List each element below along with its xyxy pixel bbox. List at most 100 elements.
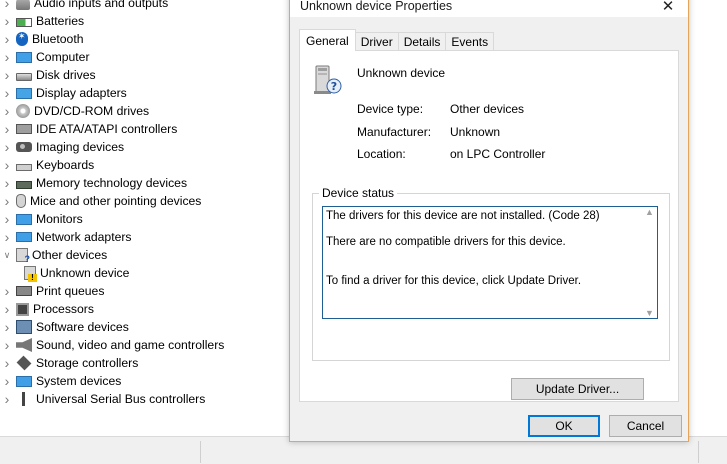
tree-item-label: Monitors [36, 212, 83, 226]
tree-category[interactable]: › Batteries [0, 12, 292, 30]
tree-item-label: System devices [36, 374, 122, 388]
status-scrollbar[interactable]: ▲ ▼ [642, 207, 657, 318]
chevron-right-icon[interactable]: › [2, 318, 12, 336]
chevron-right-icon[interactable]: › [2, 282, 12, 300]
tab-driver[interactable]: Driver [354, 32, 399, 51]
tree-item-label: Computer [36, 50, 90, 64]
tree-item-label: Bluetooth [32, 32, 84, 46]
tree-item-label: Display adapters [36, 86, 127, 100]
device-type-value: Other devices [450, 102, 525, 116]
status-line: To find a driver for this device, click … [326, 275, 582, 287]
chevron-right-icon[interactable]: › [2, 210, 12, 228]
dialog-titlebar[interactable]: Unknown device Properties ✕ [290, 0, 688, 17]
status-line: The drivers for this device are not inst… [326, 210, 600, 222]
tree-category[interactable]: › Computer [0, 48, 292, 66]
chevron-right-icon[interactable]: › [2, 390, 12, 408]
chevron-right-icon[interactable]: › [2, 300, 12, 318]
tree-item-label: Memory technology devices [36, 176, 188, 190]
status-bar-separator [698, 441, 699, 463]
cancel-button[interactable]: Cancel [609, 415, 682, 437]
unknown-device-icon: ? [314, 65, 342, 94]
status-bar-separator [200, 441, 201, 463]
sound-icon [16, 338, 32, 352]
chevron-right-icon[interactable]: › [2, 192, 12, 210]
tree-item-label: Keyboards [36, 158, 95, 172]
chevron-right-icon[interactable]: › [2, 48, 12, 66]
tree-category[interactable]: › Processors [0, 300, 292, 318]
update-driver-button[interactable]: Update Driver... [511, 378, 644, 400]
tree-item-label: Batteries [36, 14, 85, 28]
tree-item-label: Audio inputs and outputs [34, 0, 169, 10]
device-status-textbox[interactable]: The drivers for this device are not inst… [322, 206, 658, 319]
tab-events[interactable]: Events [445, 32, 495, 51]
manufacturer-value: Unknown [450, 124, 501, 139]
chevron-right-icon[interactable]: › [2, 0, 12, 12]
tab-details[interactable]: Details [397, 32, 447, 51]
tree-item-label: Universal Serial Bus controllers [36, 392, 206, 406]
scroll-up-icon[interactable]: ▲ [645, 207, 654, 217]
scroll-down-icon[interactable]: ▼ [645, 308, 654, 318]
speaker-icon [16, 0, 30, 10]
storage-controller-icon [16, 355, 32, 371]
tree-category[interactable]: › Disk drives [0, 66, 292, 84]
device-properties: Device type: Other devices Manufacturer:… [357, 102, 545, 170]
printer-icon [16, 286, 32, 296]
computer-icon [16, 51, 32, 63]
chevron-right-icon[interactable]: › [2, 12, 12, 30]
tree-category[interactable]: › Network adapters [0, 228, 292, 246]
chevron-right-icon[interactable]: › [2, 372, 12, 390]
tree-category[interactable]: › Monitors [0, 210, 292, 228]
tree-item-label: Disk drives [36, 68, 96, 82]
tree-category[interactable]: › Imaging devices [0, 138, 292, 156]
chevron-right-icon[interactable]: › [2, 174, 12, 192]
chevron-right-icon[interactable]: › [2, 120, 12, 138]
tree-category[interactable]: › Sound, video and game controllers [0, 336, 292, 354]
tree-category[interactable]: › DVD/CD-ROM drives [0, 102, 292, 120]
chevron-right-icon[interactable]: › [2, 30, 12, 48]
ide-controller-icon [16, 124, 32, 134]
properties-dialog: Unknown device Properties ✕ General Driv… [289, 0, 689, 442]
tree-category[interactable]: › IDE ATA/ATAPI controllers [0, 120, 292, 138]
tree-item-label: Unknown device [40, 266, 130, 280]
location-label: Location: [357, 147, 406, 161]
chevron-right-icon[interactable]: › [2, 336, 12, 354]
chevron-right-icon[interactable]: › [2, 84, 12, 102]
disk-drive-icon [16, 72, 32, 81]
chevron-right-icon[interactable]: › [2, 102, 12, 120]
tree-category[interactable]: › Print queues [0, 282, 292, 300]
tree-category[interactable]: › System devices [0, 372, 292, 390]
chevron-right-icon[interactable]: › [2, 228, 12, 246]
tree-item-label: DVD/CD-ROM drives [34, 104, 150, 118]
ok-button[interactable]: OK [528, 415, 600, 437]
processor-icon [16, 302, 29, 316]
tab-general[interactable]: General [299, 29, 356, 51]
tree-category[interactable]: › Mice and other pointing devices [0, 192, 292, 210]
status-line: There are no compatible drivers for this… [326, 236, 566, 248]
chevron-right-icon[interactable]: › [2, 138, 12, 156]
location-value: on LPC Controller [450, 147, 546, 161]
tree-category[interactable]: › Software devices [0, 318, 292, 336]
close-icon[interactable]: ✕ [648, 0, 688, 17]
chevron-down-icon[interactable]: ∨ [2, 246, 12, 264]
software-device-icon [16, 320, 32, 334]
tree-item-label: Sound, video and game controllers [36, 338, 225, 352]
bluetooth-icon [16, 31, 28, 46]
tree-category[interactable]: › Audio inputs and outputs [0, 0, 292, 12]
tree-category[interactable]: › Display adapters [0, 84, 292, 102]
tree-item-label: Imaging devices [36, 140, 125, 154]
chevron-right-icon[interactable]: › [2, 156, 12, 174]
network-adapter-icon [16, 232, 32, 242]
dialog-title: Unknown device Properties [300, 0, 453, 13]
tree-category[interactable]: › Keyboards [0, 156, 292, 174]
tree-category[interactable]: › Storage controllers [0, 354, 292, 372]
tree-category[interactable]: › Universal Serial Bus controllers [0, 390, 292, 408]
tree-category[interactable]: › Bluetooth [0, 30, 292, 48]
tree-category[interactable]: › Memory technology devices [0, 174, 292, 192]
tab-strip: General Driver Details Events [299, 29, 495, 51]
chevron-right-icon[interactable]: › [2, 354, 12, 372]
tree-child-item[interactable]: Unknown device [0, 264, 292, 282]
dvd-icon [16, 104, 30, 118]
device-name: Unknown device [357, 66, 446, 80]
tree-category[interactable]: ∨ Other devices [0, 246, 292, 264]
chevron-right-icon[interactable]: › [2, 66, 12, 84]
